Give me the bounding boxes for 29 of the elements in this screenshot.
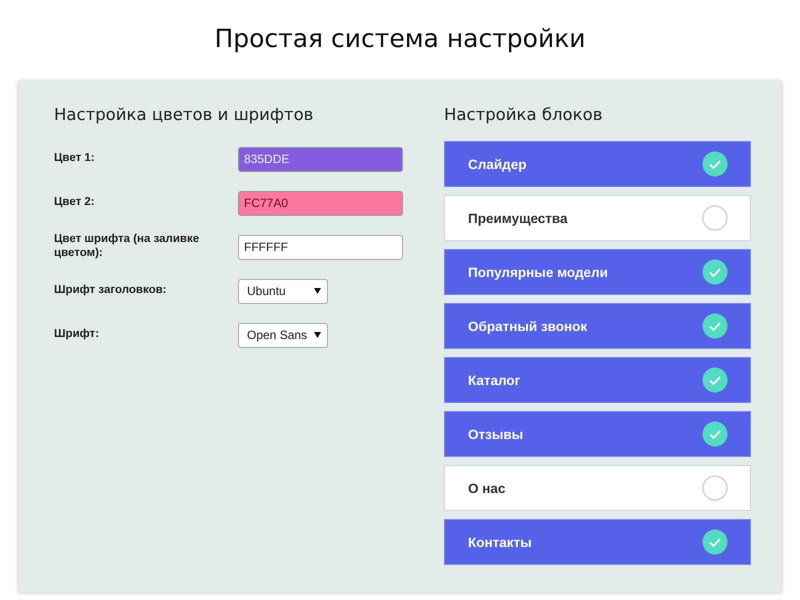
section-heading: Настройка блоков <box>444 105 604 126</box>
block-toggle[interactable]: О нас <box>444 465 751 511</box>
caret-icon <box>314 332 321 338</box>
font-select[interactable]: Open Sans <box>238 322 328 348</box>
check-circle-icon[interactable] <box>702 529 728 555</box>
check-circle-icon[interactable] <box>702 367 728 393</box>
block-toggle[interactable]: Отзывы <box>444 411 751 457</box>
section-heading: Настройка цветов и шрифтов <box>54 105 314 126</box>
caret-icon <box>314 288 321 294</box>
field-label: Шрифт заголовков: <box>54 284 168 298</box>
block-toggle[interactable]: Популярные модели <box>444 249 751 295</box>
font-select[interactable]: Ubuntu <box>238 278 328 304</box>
check-circle-icon[interactable] <box>702 151 728 177</box>
field-label: Цвет шрифта (на заливке цветом): <box>54 233 200 261</box>
check-circle-icon[interactable] <box>702 259 728 285</box>
check-circle-icon[interactable] <box>702 421 728 447</box>
page-title: Простая система настройки <box>213 22 587 54</box>
block-toggle[interactable]: Обратный звонок <box>444 303 751 349</box>
color-input[interactable]: FC77A0 <box>238 190 403 216</box>
field-label: Шрифт: <box>54 328 100 342</box>
check-circle-icon[interactable] <box>702 313 728 339</box>
color-input[interactable]: 835DDE <box>238 146 403 172</box>
block-toggle[interactable]: Контакты <box>444 519 751 565</box>
block-toggle[interactable]: Преимущества <box>444 195 751 241</box>
field-label: Цвет 1: <box>54 152 96 166</box>
text-input[interactable]: FFFFFF <box>238 234 403 260</box>
field-label: Цвет 2: <box>54 196 96 210</box>
block-toggle[interactable]: Каталог <box>444 357 751 403</box>
block-toggle[interactable]: Слайдер <box>444 141 751 187</box>
